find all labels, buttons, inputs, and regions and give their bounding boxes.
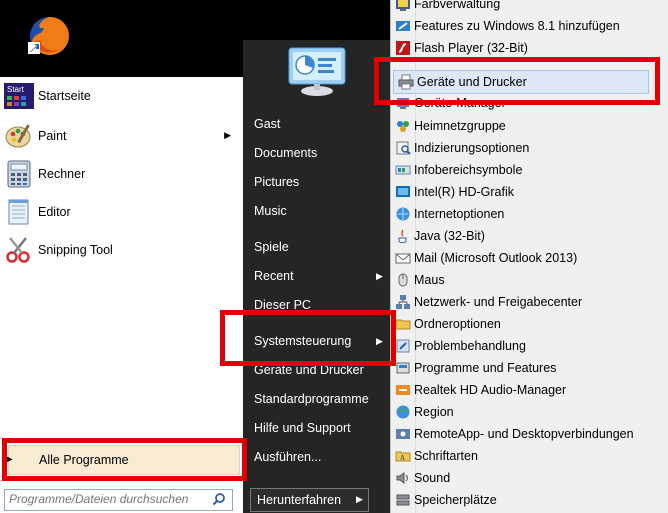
mouse-icon [398, 273, 408, 287]
highlight-box-alle-programme [2, 438, 247, 481]
homegroup-icon [397, 121, 409, 132]
submenu-item-features-hinzufuegen[interactable]: Features zu Windows 8.1 hinzufügen [391, 15, 668, 37]
color-management-icon [396, 0, 410, 11]
control-panel-icon [288, 47, 346, 96]
submenu-item-programme-und-features[interactable]: Programme und Features [391, 357, 668, 379]
internet-options-icon [396, 207, 410, 221]
places-item-spiele[interactable]: Spiele [254, 240, 289, 254]
submenu-item-schriftarten[interactable]: A Schriftarten [391, 445, 668, 467]
notepad-icon [8, 199, 29, 225]
highlight-box-systemsteuerung [220, 310, 396, 366]
scissors-icon [6, 237, 30, 263]
windows-features-icon [396, 21, 410, 31]
programs-features-icon [396, 362, 410, 374]
submenu-item-farbverwaltung[interactable]: Farbverwaltung [391, 0, 668, 15]
program-label: Editor [38, 205, 71, 219]
places-item-hilfe-und-support[interactable]: Hilfe und Support [254, 421, 351, 435]
chevron-right-icon: ▶ [356, 494, 363, 504]
folder-options-icon [395, 319, 411, 330]
program-startseite[interactable]: Start Startseite [0, 78, 243, 114]
realtek-audio-icon [396, 385, 410, 395]
shutdown-label: Herunterfahren [257, 493, 342, 507]
mail-icon [395, 253, 411, 264]
fonts-icon: A [395, 451, 411, 462]
calculator-icon [7, 160, 31, 188]
submenu-item-sound[interactable]: Sound [391, 467, 668, 489]
paint-palette-icon [5, 124, 31, 148]
program-snipping-tool[interactable]: Snipping Tool [0, 232, 243, 268]
submenu-item-heimnetzgruppe[interactable]: Heimnetzgruppe [391, 115, 668, 137]
submenu-arrow-icon: ▶ [224, 130, 231, 140]
sound-icon [396, 472, 408, 484]
java-icon [398, 229, 407, 243]
submenu-item-internetoptionen[interactable]: Internetoptionen [391, 203, 668, 225]
program-paint[interactable]: Paint ▶ [0, 118, 243, 154]
submenu-arrow-icon: ▶ [376, 271, 383, 281]
program-label: Snipping Tool [38, 243, 113, 257]
places-item-ausfuehren[interactable]: Ausführen... [254, 450, 321, 464]
intel-graphics-icon [396, 186, 410, 197]
submenu-item-speicherplaetze[interactable]: Speicherplätze [391, 489, 668, 511]
remoteapp-icon [396, 429, 410, 439]
svg-text:Start: Start [7, 85, 25, 94]
troubleshooting-icon [396, 339, 410, 353]
submenu-item-netzwerk-freigabecenter[interactable]: Netzwerk- und Freigabecenter [391, 291, 668, 313]
submenu-item-ordneroptionen[interactable]: Ordneroptionen [391, 313, 668, 335]
submenu-item-flash-player[interactable]: Flash Player (32-Bit) [391, 37, 668, 59]
start-tile-icon: Start [4, 83, 34, 109]
region-icon [396, 405, 410, 419]
places-item-music[interactable]: Music [254, 204, 287, 218]
flash-player-icon [396, 41, 410, 55]
submenu-item-realtek-hd-audio[interactable]: Realtek HD Audio-Manager [391, 379, 668, 401]
storage-spaces-icon [396, 494, 410, 506]
search-icon[interactable] [212, 492, 226, 506]
program-rechner[interactable]: Rechner [0, 156, 243, 192]
highlight-box-geraete-und-drucker [374, 57, 660, 105]
places-item-gast[interactable]: Gast [254, 117, 280, 131]
submenu-item-java[interactable]: Java (32-Bit) [391, 225, 668, 247]
places-item-documents[interactable]: Documents [254, 146, 317, 160]
submenu-item-region[interactable]: Region [391, 401, 668, 423]
submenu-item-indizierungsoptionen[interactable]: Indizierungsoptionen [391, 137, 668, 159]
svg-text:A: A [400, 454, 405, 462]
notification-area-icon [395, 165, 411, 175]
places-item-standardprogramme[interactable]: Standardprogramme [254, 392, 369, 406]
program-search-box[interactable] [4, 489, 233, 511]
firefox-shortcut-icon[interactable] [24, 12, 72, 60]
shutdown-options-button[interactable]: ▶ [352, 488, 369, 512]
submenu-item-infobereichsymbole[interactable]: Infobereichsymbole [391, 159, 668, 181]
shutdown-button[interactable]: Herunterfahren [250, 488, 354, 512]
program-label: Startseite [38, 89, 91, 103]
submenu-item-problembehandlung[interactable]: Problembehandlung [391, 335, 668, 357]
submenu-item-maus[interactable]: Maus [391, 269, 668, 291]
submenu-item-intel-hd-grafik[interactable]: Intel(R) HD-Grafik [391, 181, 668, 203]
program-label: Paint [38, 129, 67, 143]
program-label: Rechner [38, 167, 86, 181]
submenu-item-mail[interactable]: Mail (Microsoft Outlook 2013) [391, 247, 668, 269]
search-input[interactable] [5, 490, 208, 508]
indexing-icon [396, 141, 411, 155]
submenu-item-remoteapp[interactable]: RemoteApp- und Desktopverbindungen [391, 423, 668, 445]
places-item-pictures[interactable]: Pictures [254, 175, 299, 189]
places-item-recent[interactable]: Recent [254, 269, 294, 283]
program-editor[interactable]: Editor [0, 194, 243, 230]
network-icon [396, 295, 410, 309]
